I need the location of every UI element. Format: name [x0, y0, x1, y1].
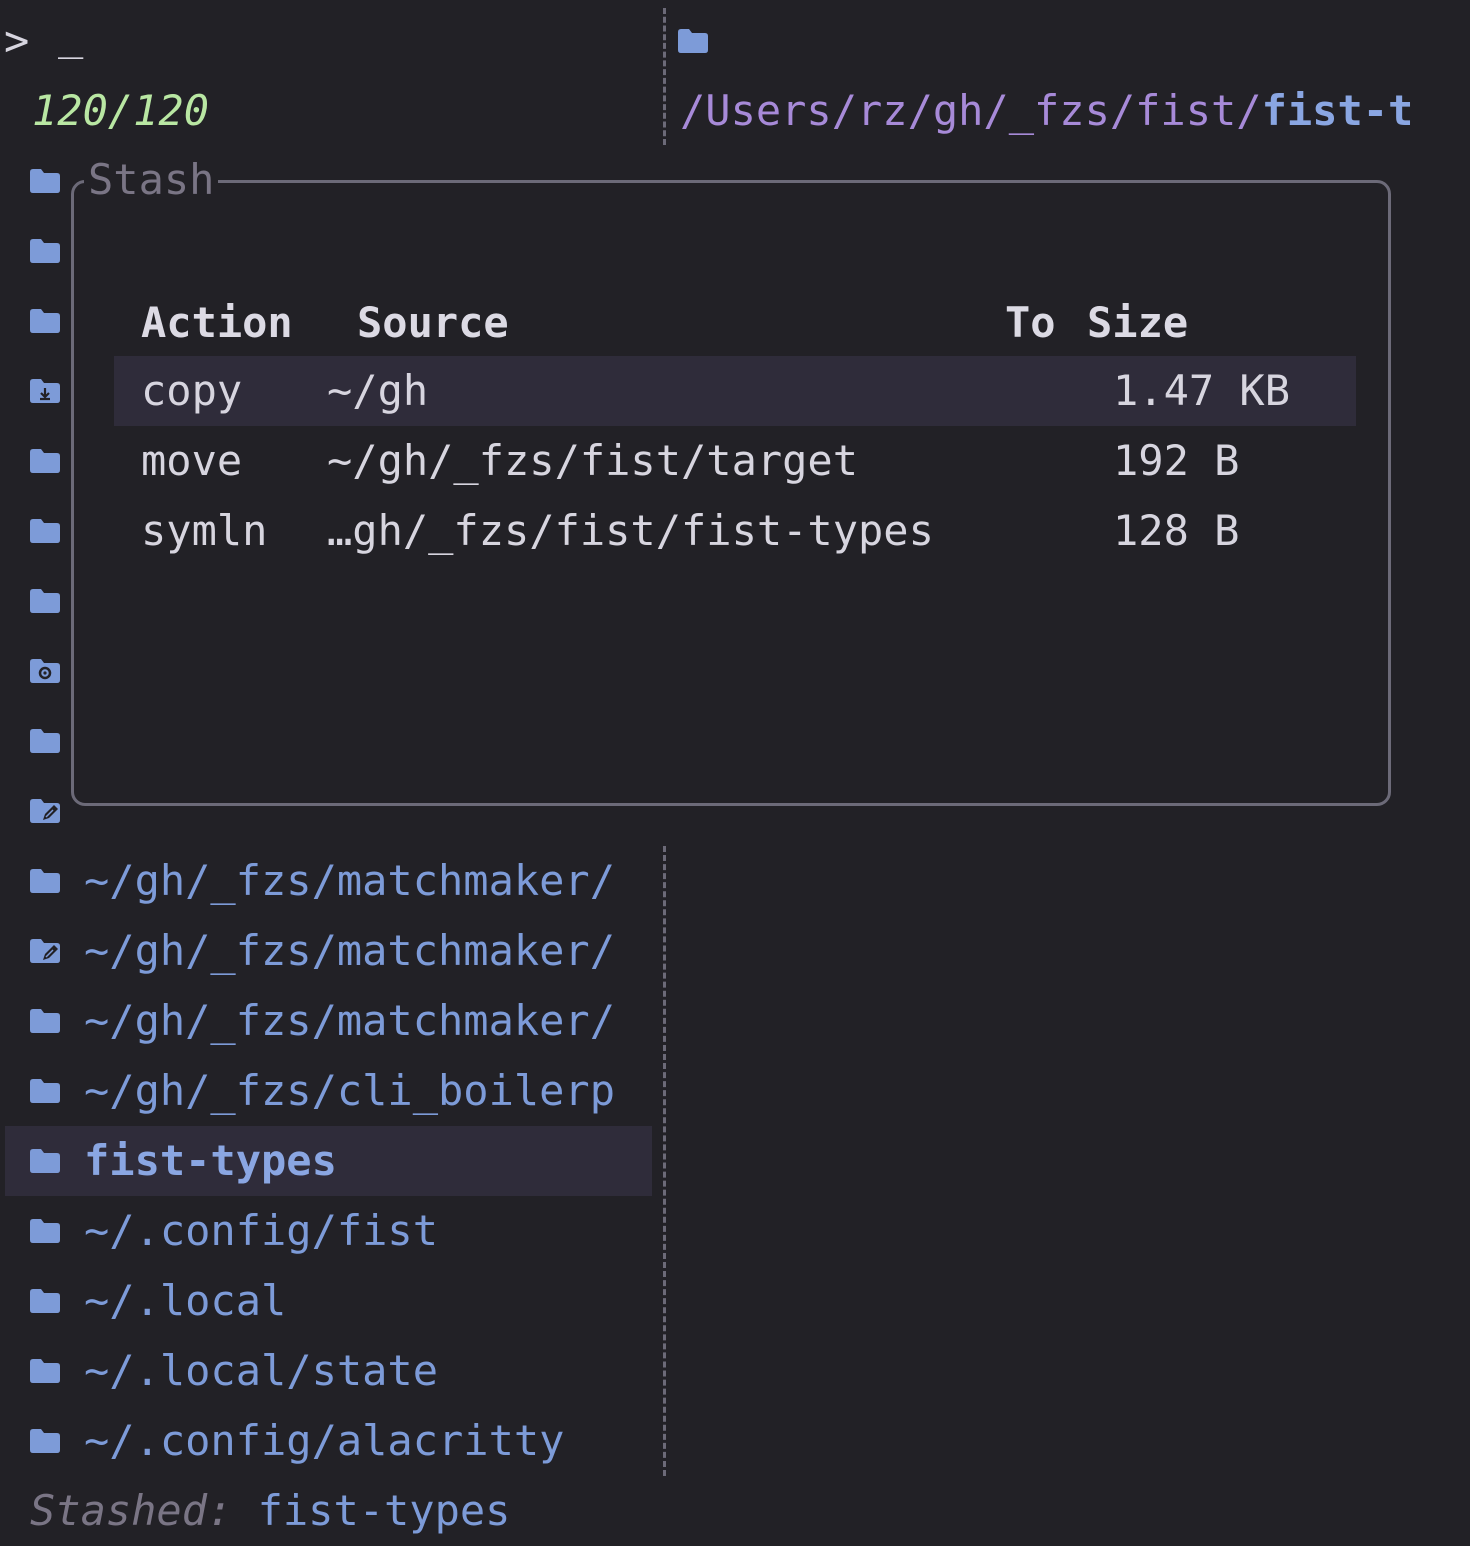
folder-icon — [30, 986, 60, 1056]
column-header-to: To — [1005, 298, 1056, 347]
folder-icon — [30, 1406, 60, 1476]
preview-path: /Users/rz/gh/_fzs/fist/fist-t — [680, 76, 1413, 146]
folder-icon — [30, 1056, 60, 1126]
column-header-source: Source — [357, 298, 509, 347]
list-item[interactable]: ~/.local — [84, 1266, 286, 1336]
folder-edit-icon — [30, 916, 60, 986]
folder-icon — [678, 6, 708, 76]
column-header-size: Size — [1087, 298, 1189, 347]
folder-icon — [30, 426, 60, 496]
list-item[interactable]: ~/gh/_fzs/matchmaker/ — [84, 916, 615, 986]
stash-modal: Stash Action Source To Size copy ~/gh 1.… — [71, 145, 1391, 806]
preview-path-highlight: fist-t — [1261, 86, 1414, 135]
status-value: fist-types — [257, 1486, 511, 1535]
list-item[interactable]: ~/gh/_fzs/matchmaker/ — [84, 986, 615, 1056]
folder-edit-icon — [30, 776, 60, 846]
list-item[interactable]: fist-types — [84, 1126, 337, 1196]
folder-icon — [30, 1336, 60, 1406]
folder-icon — [30, 566, 60, 636]
folder-gear-icon — [30, 636, 60, 706]
table-row[interactable]: symln …gh/_fzs/fist/fist-types 128 B — [114, 496, 1356, 566]
pane-divider-bottom — [663, 846, 666, 1476]
folder-icon — [30, 496, 60, 566]
status-line: Stashed: fist-types — [30, 1476, 510, 1546]
cell-size: 1.47 KB — [1113, 366, 1291, 415]
table-row[interactable]: copy ~/gh 1.47 KB — [114, 356, 1356, 426]
list-item[interactable]: ~/gh/_fzs/cli_boilerp — [84, 1056, 615, 1126]
cell-source: …gh/_fzs/fist/fist-types — [327, 506, 934, 555]
status-label: Stashed: — [30, 1486, 233, 1535]
pane-divider-top — [663, 8, 666, 145]
folder-icon — [30, 146, 60, 216]
cell-source: ~/gh — [327, 366, 429, 415]
cell-action: move — [141, 436, 243, 485]
folder-download-icon — [30, 356, 60, 426]
folder-icon — [30, 1126, 60, 1196]
folder-icon — [30, 706, 60, 776]
list-item[interactable]: ~/gh/_fzs/matchmaker/ — [84, 846, 615, 916]
folder-icon — [30, 846, 60, 916]
cell-size: 128 B — [1113, 506, 1240, 555]
folder-icon — [30, 216, 60, 286]
cell-action: symln — [141, 506, 268, 555]
prompt-symbol: > — [4, 16, 30, 65]
list-item[interactable]: ~/.config/fist — [84, 1196, 438, 1266]
modal-title: Stash — [84, 145, 219, 215]
table-row[interactable]: move ~/gh/_fzs/fist/target 192 B — [114, 426, 1356, 496]
preview-path-prefix: /Users/rz/gh/_fzs/fist/ — [680, 86, 1262, 135]
list-item[interactable]: ~/.local/state — [84, 1336, 438, 1406]
cell-source: ~/gh/_fzs/fist/target — [327, 436, 859, 485]
list-item[interactable]: ~/.config/alacritty — [84, 1406, 564, 1476]
cell-size: 192 B — [1113, 436, 1240, 485]
query-input[interactable]: _ — [58, 0, 83, 70]
folder-icon — [30, 1266, 60, 1336]
folder-icon — [30, 1196, 60, 1266]
cell-action: copy — [141, 366, 243, 415]
column-header-action: Action — [141, 298, 293, 347]
match-count: 120/120 — [32, 86, 210, 135]
folder-icon — [30, 286, 60, 356]
